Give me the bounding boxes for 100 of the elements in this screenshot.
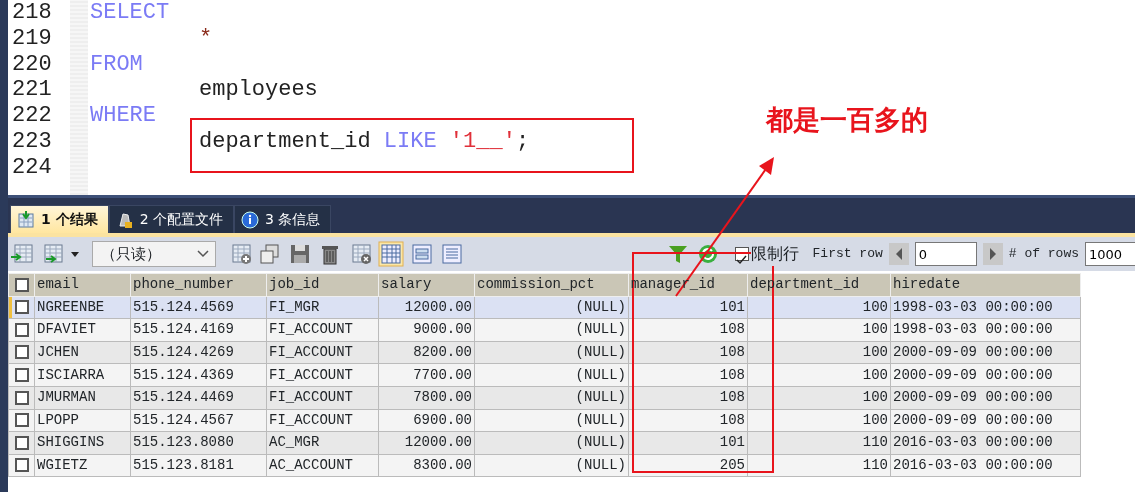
row-checkbox[interactable] xyxy=(14,300,29,315)
table-cell: (NULL) xyxy=(575,298,626,315)
table-cell: 2016-03-03 00:00:00 xyxy=(893,434,1053,451)
table-cell: 2000-09-09 00:00:00 xyxy=(893,411,1053,428)
table-row[interactable]: NGREENBE 515.124.4569 FI_MGR 12000.00 (NULL) 101 100 1998-03-03 00:00:00 xyxy=(8,296,1081,319)
form-view-icon[interactable] xyxy=(410,243,434,265)
table-cell: (NULL) xyxy=(575,321,626,338)
mode-select[interactable]: （只读） xyxy=(92,241,216,267)
table-cell: 1998-03-03 00:00:00 xyxy=(893,298,1053,315)
table-cell: 515.123.8080 xyxy=(133,434,234,451)
table-cell: 100 xyxy=(862,298,888,315)
tab[interactable]: 2 个配置文件 xyxy=(108,205,234,233)
row-checkbox[interactable] xyxy=(14,390,29,405)
table-icon xyxy=(17,210,35,229)
table-cell: 12000.00 xyxy=(404,298,472,315)
select-all-checkbox[interactable] xyxy=(14,277,29,292)
table-cell: FI_MGR xyxy=(269,298,320,315)
column-header[interactable]: commission_pct xyxy=(474,273,629,297)
column-header[interactable]: job_id xyxy=(266,273,379,297)
table-row[interactable]: JCHEN 515.124.4269 FI_ACCOUNT 8200.00 (NULL) 108 100 2000-09-09 00:00:00 xyxy=(8,341,1081,364)
code-line: WHERE xyxy=(90,103,156,129)
line-number: 218 xyxy=(12,0,53,26)
table-cell: 108 xyxy=(719,344,745,361)
table-cell: FI_ACCOUNT xyxy=(269,389,353,406)
save-icon[interactable] xyxy=(288,243,312,265)
table-row[interactable]: LPOPP 515.124.4567 FI_ACCOUNT 6900.00 (NULL) 108 100 2000-09-09 00:00:00 xyxy=(8,409,1081,432)
next-button[interactable] xyxy=(982,243,1003,265)
row-count-field[interactable]: 1000 xyxy=(1085,242,1135,266)
table-cell: JMURMAN xyxy=(37,389,96,406)
table-cell: FI_ACCOUNT xyxy=(269,411,353,428)
rows-label: # of rows xyxy=(1008,245,1079,264)
table-cell: 1998-03-03 00:00:00 xyxy=(893,321,1053,338)
table-row[interactable]: SHIGGINS 515.123.8080 AC_MGR 12000.00 (NULL) 101 110 2016-03-03 00:00:00 xyxy=(8,431,1081,455)
table-cell: (NULL) xyxy=(575,344,626,361)
column-header[interactable]: phone_number xyxy=(130,273,267,297)
table-cell: 12000.00 xyxy=(404,434,472,451)
line-number: 219 xyxy=(12,25,53,52)
table-cell: AC_ACCOUNT xyxy=(269,457,353,474)
row-checkbox[interactable] xyxy=(14,322,29,337)
first-row-field[interactable]: 0 xyxy=(914,242,977,266)
first-row-label: First row xyxy=(812,245,883,264)
line-number: 224 xyxy=(12,154,53,181)
table-cell: 100 xyxy=(862,366,888,383)
code-line: SELECT xyxy=(90,0,170,25)
table-row[interactable]: JMURMAN 515.124.4469 FI_ACCOUNT 7800.00 (NULL) 108 100 2000-09-09 00:00:00 xyxy=(8,386,1081,410)
table-cell: 100 xyxy=(862,411,888,428)
grid-view-icon[interactable] xyxy=(378,241,404,267)
table-cell: 7700.00 xyxy=(413,366,472,383)
table-row[interactable]: DFAVIET 515.124.4169 FI_ACCOUNT 9000.00 (NULL) 108 100 1998-03-03 00:00:00 xyxy=(8,318,1081,342)
import-icon[interactable] xyxy=(10,243,34,265)
line-number: 220 xyxy=(12,51,53,78)
right-triangle-icon xyxy=(987,247,998,261)
row-checkbox[interactable] xyxy=(14,413,29,428)
table-cell: LPOPP xyxy=(37,411,79,428)
table-cell: 205 xyxy=(719,457,745,474)
table-cell: 110 xyxy=(862,434,888,451)
column-header[interactable]: email xyxy=(34,273,131,297)
row-checkbox[interactable] xyxy=(14,435,29,450)
table-cell: (NULL) xyxy=(575,389,626,406)
table-cell: 7800.00 xyxy=(413,389,472,406)
table-row[interactable]: ISCIARRA 515.124.4369 FI_ACCOUNT 7700.00 (NULL) 108 100 2000-09-09 00:00:00 xyxy=(8,363,1081,387)
table-cell: 8300.00 xyxy=(413,457,472,474)
column-header[interactable]: hiredate xyxy=(890,273,1081,297)
table-cell: 6900.00 xyxy=(413,411,472,428)
table-cell: 2000-09-09 00:00:00 xyxy=(893,389,1053,406)
tab[interactable]: 3 条信息 xyxy=(234,205,332,233)
table-cell: NGREENBE xyxy=(37,298,105,315)
table-cell: 515.124.4369 xyxy=(133,366,234,383)
table-cell: WGIETZ xyxy=(37,457,88,474)
row-checkbox[interactable] xyxy=(14,458,29,473)
table-cell: 2000-09-09 00:00:00 xyxy=(893,344,1053,361)
row-checkbox[interactable] xyxy=(14,345,29,360)
table-cell: FI_ACCOUNT xyxy=(269,321,353,338)
table-cell: FI_ACCOUNT xyxy=(269,344,353,361)
table-cell: 108 xyxy=(719,411,745,428)
code-line: department_id LIKE '1__'; xyxy=(199,129,530,154)
row-checkbox[interactable] xyxy=(14,367,29,382)
table-cell: AC_MGR xyxy=(269,434,320,451)
code-line: employees xyxy=(199,77,318,103)
table-cell: 101 xyxy=(719,298,745,315)
table-row[interactable]: WGIETZ 515.123.8181 AC_ACCOUNT 8300.00 (NULL) 205 110 2016-03-03 00:00:00 xyxy=(8,454,1081,477)
table-cell: 515.124.4569 xyxy=(133,298,234,315)
chevron-down-icon xyxy=(197,250,209,258)
table-cell: (NULL) xyxy=(575,411,626,428)
table-cell: 9000.00 xyxy=(413,321,472,338)
table-cell: JCHEN xyxy=(37,344,79,361)
annotation-text: 都是一百多的 xyxy=(766,103,928,137)
previous-button[interactable] xyxy=(888,243,909,265)
table-cell: 100 xyxy=(862,344,888,361)
code-line: FROM xyxy=(90,51,143,77)
copy-row-icon[interactable] xyxy=(258,243,282,265)
tab[interactable]: 1 个结果 xyxy=(10,205,109,233)
line-number: 223 xyxy=(12,129,53,155)
table-cell: (NULL) xyxy=(575,366,626,383)
table-cell: 515.124.4567 xyxy=(133,411,234,428)
column-header[interactable]: salary xyxy=(378,273,475,297)
table-cell: 515.124.4469 xyxy=(133,389,234,406)
table-cell: 2000-09-09 00:00:00 xyxy=(893,366,1053,383)
table-cell: 108 xyxy=(719,389,745,406)
info-icon xyxy=(241,210,259,229)
